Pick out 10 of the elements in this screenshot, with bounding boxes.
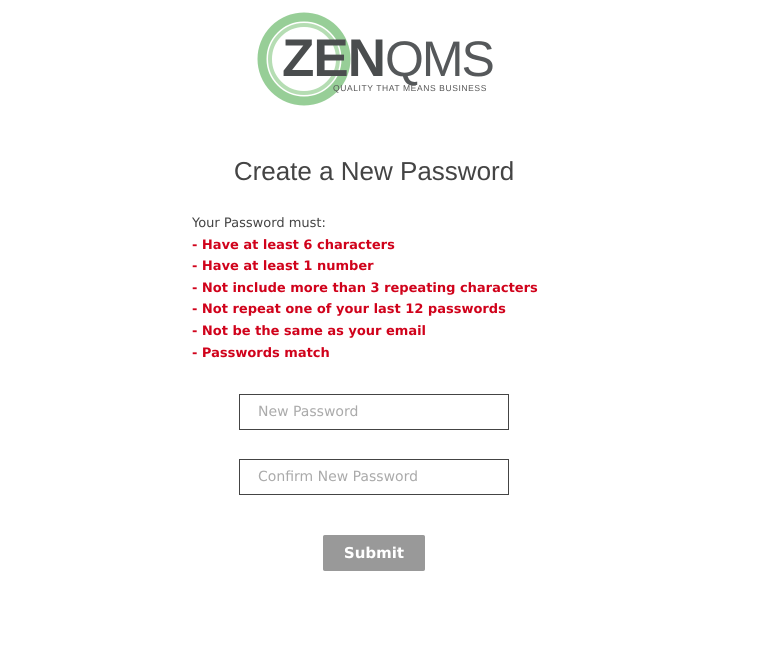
requirement-rule: - Have at least 1 number <box>192 258 375 276</box>
requirement-rule: - Not be the same as your email <box>192 322 428 341</box>
requirement-rule: - Not repeat one of your last 12 passwords <box>192 301 507 320</box>
requirement-rule: - Not include more than 3 repeating characters <box>192 280 538 298</box>
requirement-rule: - Have at least 6 characters <box>192 236 396 255</box>
page-title: Create a New Password <box>234 156 514 187</box>
password-field[interactable]: Confirm New Password <box>239 459 509 496</box>
requirements-intro: Your Password must: <box>192 215 327 233</box>
password-field[interactable]: New Password <box>239 394 509 430</box>
requirement-rule: - Passwords match <box>192 344 331 363</box>
